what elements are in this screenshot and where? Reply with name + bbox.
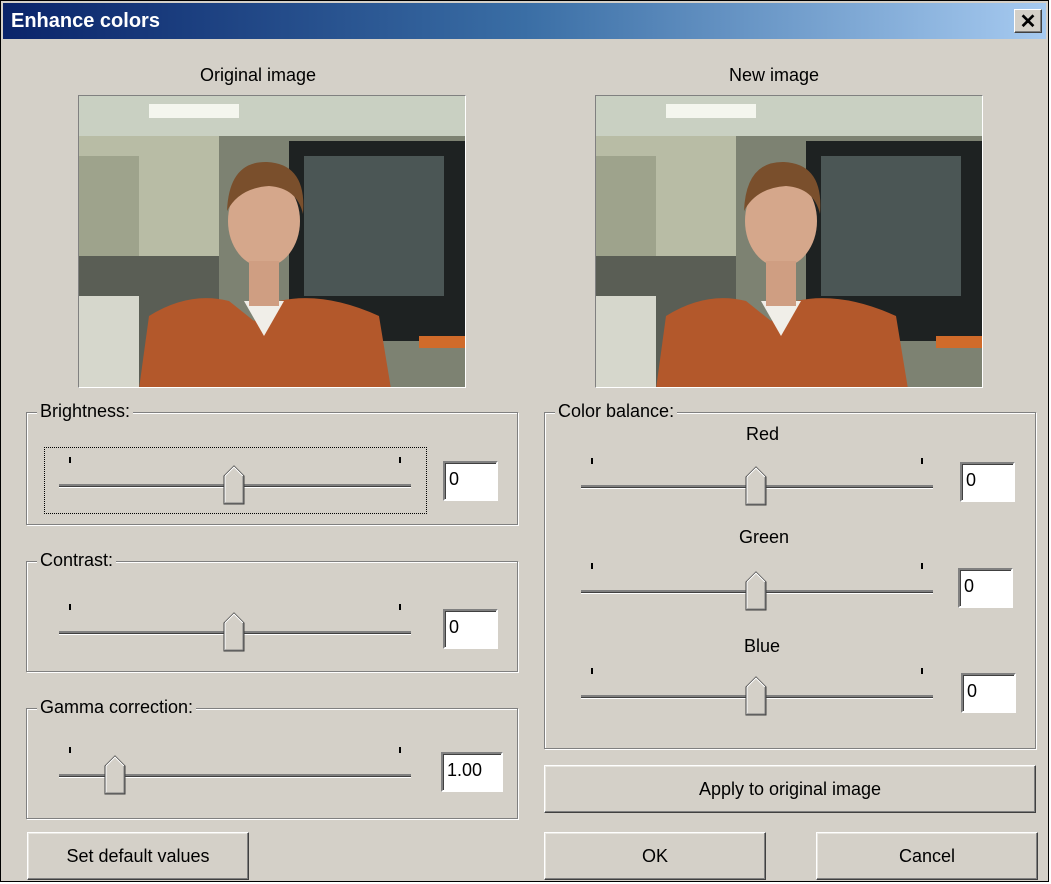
apply-to-original-label: Apply to original image: [698, 778, 882, 799]
gamma-slider-tick-max: [399, 747, 401, 753]
green-value-field[interactable]: 0: [958, 568, 1013, 608]
gamma-slider[interactable]: [59, 738, 411, 796]
contrast-slider-tick-max: [399, 604, 401, 610]
original-image-preview: [78, 95, 466, 388]
green-slider-tick-min: [591, 563, 593, 569]
contrast-slider[interactable]: [59, 595, 411, 653]
green-label: Green: [739, 527, 790, 547]
slider-thumb-icon[interactable]: [104, 755, 126, 795]
slider-thumb-icon[interactable]: [223, 465, 245, 505]
slider-thumb-icon[interactable]: [745, 676, 767, 716]
slider-thumb-icon[interactable]: [745, 571, 767, 611]
red-value-field[interactable]: 0: [960, 462, 1015, 502]
ok-label: OK: [641, 845, 668, 866]
new-image-preview: [595, 95, 983, 388]
original-image-label: Original image: [200, 65, 317, 85]
dialog-title: Enhance colors: [11, 10, 160, 32]
close-button[interactable]: ✕: [1014, 9, 1042, 33]
red-slider-tick-max: [921, 458, 923, 464]
enhance-colors-dialog: Enhance colors ✕ Original image New imag…: [0, 0, 1049, 882]
title-bar[interactable]: Enhance colors ✕: [3, 3, 1046, 39]
brightness-value-field[interactable]: 0: [443, 461, 498, 501]
set-default-values-label: Set default values: [66, 845, 210, 866]
slider-thumb-icon[interactable]: [223, 612, 245, 652]
cancel-label: Cancel: [898, 845, 956, 866]
green-slider-tick-max: [921, 563, 923, 569]
gamma-label: Gamma correction:: [37, 697, 197, 718]
apply-to-original-button[interactable]: Apply to original image: [544, 765, 1036, 813]
original-photo: [79, 96, 465, 387]
set-default-values-button[interactable]: Set default values: [27, 832, 249, 880]
cancel-button[interactable]: Cancel: [816, 832, 1038, 880]
brightness-slider[interactable]: [59, 448, 411, 506]
contrast-label: Contrast:: [37, 550, 117, 571]
color-balance-label: Color balance:: [555, 401, 678, 422]
blue-value-field[interactable]: 0: [961, 673, 1016, 713]
blue-slider-tick-min: [591, 668, 593, 674]
contrast-slider-tick-min: [69, 604, 71, 610]
close-icon: ✕: [1019, 10, 1037, 33]
red-slider[interactable]: [581, 449, 933, 507]
brightness-slider-tick-min: [69, 457, 71, 463]
new-image-label: New image: [729, 65, 820, 85]
gamma-value-field[interactable]: 1.00: [441, 752, 503, 792]
new-photo: [596, 96, 982, 387]
green-slider[interactable]: [581, 554, 933, 612]
red-slider-tick-min: [591, 458, 593, 464]
red-label: Red: [746, 424, 780, 444]
blue-slider[interactable]: [581, 659, 933, 717]
ok-button[interactable]: OK: [544, 832, 766, 880]
blue-label: Blue: [744, 636, 781, 656]
blue-slider-tick-max: [921, 668, 923, 674]
brightness-slider-tick-max: [399, 457, 401, 463]
slider-thumb-icon[interactable]: [745, 466, 767, 506]
brightness-label: Brightness:: [37, 401, 134, 422]
contrast-value-field[interactable]: 0: [443, 609, 498, 649]
gamma-slider-tick-min: [69, 747, 71, 753]
